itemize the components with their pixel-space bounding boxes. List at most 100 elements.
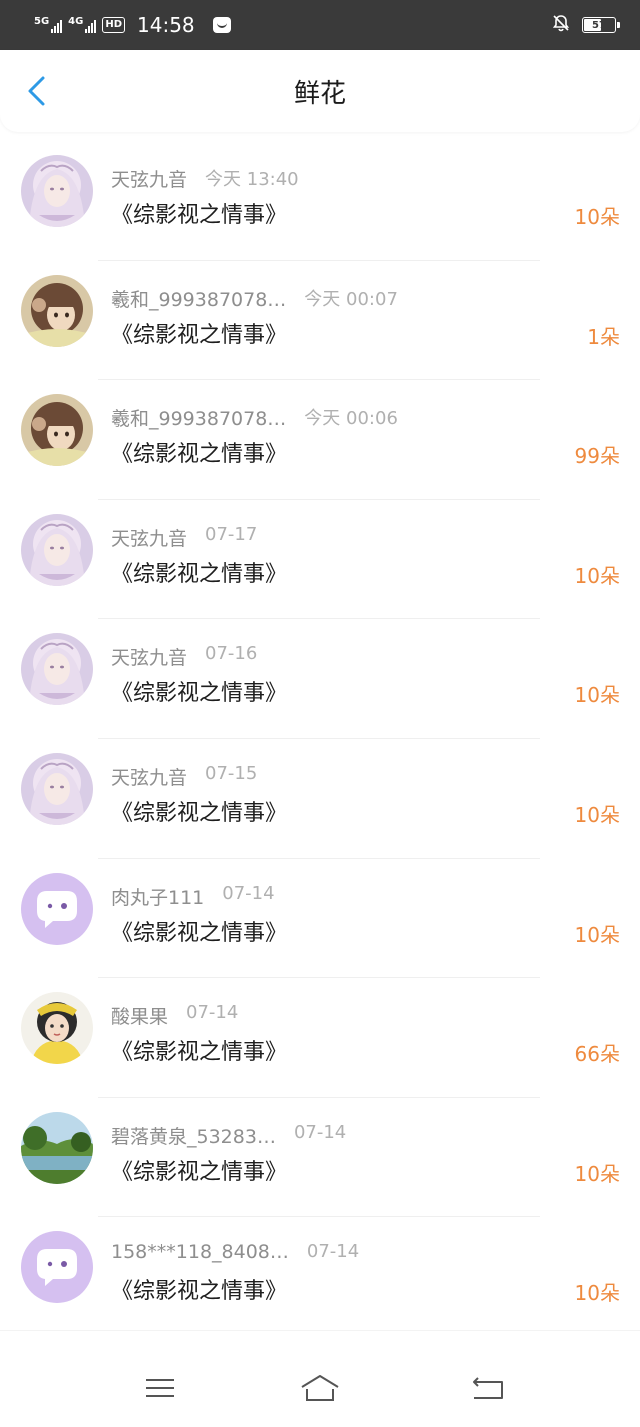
timestamp: 07-15 <box>205 762 258 784</box>
hd-icon: HD <box>102 17 126 33</box>
list-item[interactable]: 天弦九音 07-17 《综影视之情事》 10朵 <box>0 500 640 620</box>
home-button[interactable] <box>300 1373 340 1403</box>
item-meta: 天弦九音 07-16 <box>111 643 257 670</box>
user-name[interactable]: 碧落黄泉_53283… <box>111 1122 276 1149</box>
book-title: 《综影视之情事》 <box>111 681 288 707</box>
flower-count: 99朵 <box>574 444 620 469</box>
list-item[interactable]: 天弦九音 今天 13:40 《综影视之情事》 10朵 <box>0 141 640 261</box>
book-title: 《综影视之情事》 <box>111 1040 288 1066</box>
timestamp: 07-17 <box>205 523 258 545</box>
timestamp: 今天 00:06 <box>304 408 398 430</box>
avatar[interactable] <box>21 752 93 825</box>
hd-label: HD <box>105 19 123 30</box>
flower-list: 天弦九音 今天 13:40 《综影视之情事》 10朵 羲和_999387078… 今天 0… <box>0 141 640 1337</box>
system-nav-bar <box>0 1330 640 1427</box>
menu-icon <box>146 1379 174 1397</box>
avatar[interactable] <box>21 633 93 706</box>
page-title: 鲜花 <box>293 78 346 109</box>
list-item[interactable]: 天弦九音 07-16 《综影视之情事》 10朵 <box>0 619 640 739</box>
timestamp: 07-14 <box>186 1002 239 1024</box>
user-name[interactable]: 天弦九音 <box>111 763 187 790</box>
avatar-default-chat-image <box>21 872 93 945</box>
return-button[interactable] <box>468 1373 508 1403</box>
avatar[interactable] <box>21 394 93 467</box>
avatar-anime-girl-image <box>21 155 93 227</box>
flower-count: 10朵 <box>574 205 620 229</box>
item-meta: 羲和_999387078… 今天 00:06 <box>111 404 398 431</box>
avatar-brown-hair-girl-image <box>21 394 93 467</box>
timestamp: 07-16 <box>205 643 258 665</box>
back-button[interactable] <box>18 72 54 110</box>
avatar-anime-girl-image <box>21 513 93 586</box>
flower-count: 10朵 <box>574 1161 620 1186</box>
book-title: 《综影视之情事》 <box>111 561 288 587</box>
book-title: 《综影视之情事》 <box>111 442 288 468</box>
flower-count: 66朵 <box>574 1042 620 1067</box>
user-name[interactable]: 天弦九音 <box>111 165 187 192</box>
item-meta: 肉丸子111 07-14 <box>111 883 275 910</box>
avatar[interactable] <box>21 1111 93 1184</box>
status-bar: 5G 4G HD 14:58 57 <box>0 0 640 50</box>
net-type-1: 5G <box>34 16 50 27</box>
list-item[interactable]: 碧落黄泉_53283… 07-14 《综影视之情事》 10朵 <box>0 1098 640 1218</box>
item-meta: 天弦九音 07-15 <box>111 763 257 790</box>
flower-count: 10朵 <box>574 802 620 827</box>
avatar[interactable] <box>21 1231 93 1304</box>
avatar[interactable] <box>21 513 93 586</box>
avatar-landscape-image <box>21 1111 93 1184</box>
status-time: 14:58 <box>137 13 195 37</box>
book-title: 《综影视之情事》 <box>111 1279 288 1305</box>
timestamp: 07-14 <box>293 1121 347 1143</box>
avatar-yellow-outfit-image <box>21 992 93 1065</box>
user-name[interactable]: 羲和_999387078… <box>111 285 286 312</box>
item-meta: 酸果果 07-14 <box>111 1002 238 1029</box>
avatar-default-chat-image <box>21 1231 93 1304</box>
battery-level: 57 <box>592 19 606 31</box>
item-meta: 羲和_999387078… 今天 00:07 <box>111 285 398 312</box>
flower-count: 10朵 <box>574 683 620 708</box>
return-icon <box>473 1377 503 1399</box>
user-name[interactable]: 酸果果 <box>111 1002 168 1029</box>
chevron-left-icon <box>28 76 45 106</box>
header: 鲜花 <box>0 50 640 132</box>
item-meta: 碧落黄泉_53283… 07-14 <box>111 1122 346 1149</box>
item-meta: 天弦九音 07-17 <box>111 524 257 551</box>
list-item[interactable]: 天弦九音 07-15 《综影视之情事》 10朵 <box>0 739 640 859</box>
item-meta: 天弦九音 今天 13:40 <box>111 165 299 192</box>
item-meta: 158***118_8408… 07-14 <box>111 1241 359 1263</box>
book-title: 《综影视之情事》 <box>111 322 288 348</box>
flower-count: 10朵 <box>574 1281 620 1306</box>
flower-count: 10朵 <box>574 563 620 588</box>
list-item[interactable]: 酸果果 07-14 《综影视之情事》 66朵 <box>0 978 640 1098</box>
home-icon <box>301 1375 339 1401</box>
notification-message-icon <box>212 17 231 33</box>
user-name[interactable]: 天弦九音 <box>111 524 187 551</box>
list-item[interactable]: 羲和_999387078… 今天 00:07 《综影视之情事》 1朵 <box>0 261 640 381</box>
list-item[interactable]: 肉丸子111 07-14 《综影视之情事》 10朵 <box>0 859 640 979</box>
signal-4g-icon: 4G <box>68 16 97 33</box>
net-type-2: 4G <box>68 16 84 27</box>
user-name[interactable]: 天弦九音 <box>111 643 187 670</box>
book-title: 《综影视之情事》 <box>111 203 288 228</box>
timestamp: 07-14 <box>222 882 275 904</box>
timestamp: 07-14 <box>306 1241 360 1263</box>
user-name[interactable]: 158***118_8408… <box>111 1241 289 1263</box>
list-item[interactable]: 羲和_999387078… 今天 00:06 《综影视之情事》 99朵 <box>0 380 640 500</box>
avatar[interactable] <box>21 992 93 1065</box>
book-title: 《综影视之情事》 <box>111 920 288 946</box>
avatar-brown-hair-girl-image <box>21 274 93 347</box>
battery-icon: 57 <box>582 17 620 33</box>
user-name[interactable]: 肉丸子111 <box>111 883 204 910</box>
book-title: 《综影视之情事》 <box>111 1159 288 1185</box>
timestamp: 今天 13:40 <box>205 169 299 190</box>
avatar[interactable] <box>21 155 93 227</box>
flower-count: 1朵 <box>587 324 620 349</box>
avatar[interactable] <box>21 872 93 945</box>
list-item[interactable]: 158***118_8408… 07-14 《综影视之情事》 10朵 <box>0 1217 640 1337</box>
avatar[interactable] <box>21 274 93 347</box>
timestamp: 今天 00:07 <box>304 288 398 310</box>
bell-muted-icon <box>552 14 570 36</box>
book-title: 《综影视之情事》 <box>111 800 288 826</box>
user-name[interactable]: 羲和_999387078… <box>111 404 286 431</box>
menu-button[interactable] <box>140 1373 180 1403</box>
